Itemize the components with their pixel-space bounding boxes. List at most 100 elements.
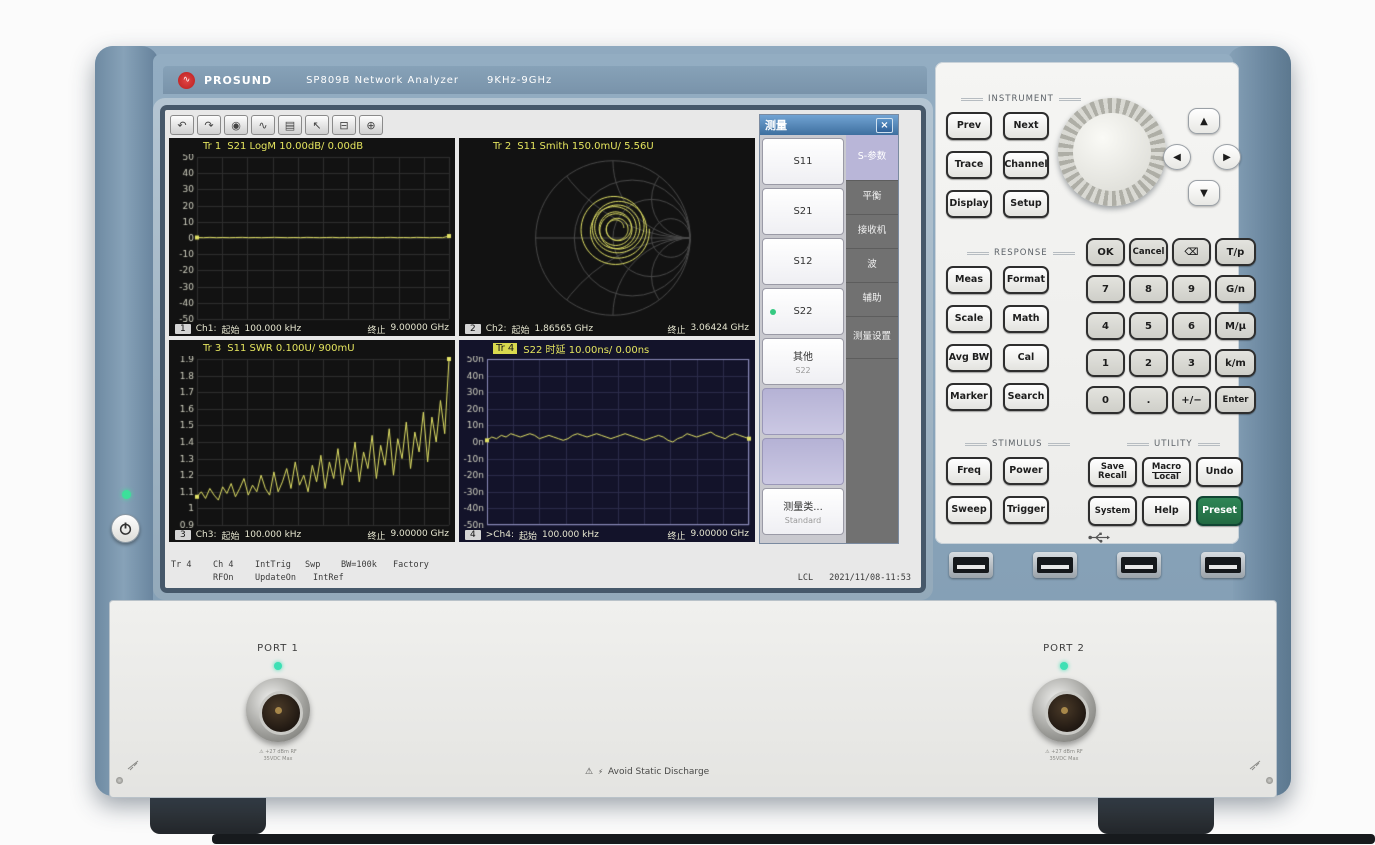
format-button[interactable]: Format <box>1003 266 1049 294</box>
rotary-knob-cap[interactable] <box>1073 113 1151 191</box>
channel-button[interactable]: Channel <box>1003 151 1049 179</box>
close-icon[interactable]: × <box>876 118 893 133</box>
trace4-label-highlighted: Tr 4 <box>493 343 517 354</box>
tab-wave[interactable]: 波 <box>846 249 898 283</box>
screenshot-export-icon[interactable]: ▤ <box>278 115 302 135</box>
softkey-meas-class[interactable]: 测量类...Standard <box>762 488 844 535</box>
trace3-footer: 3 Ch3: 起始 100.000 kHz 终止9.00000 GHz <box>169 528 455 542</box>
screen-bezel: ↶ ↷ ◉ ∿ ▤ ↖ ⊟ ⊕ Tr 1 <box>153 98 933 600</box>
macro-local-button[interactable]: MacroLocal <box>1142 457 1191 487</box>
digit-6-button[interactable]: 6 <box>1172 312 1211 340</box>
tab-meas-settings[interactable]: 测量设置 <box>846 317 898 359</box>
preset-button[interactable]: Preset <box>1196 496 1243 526</box>
peak-search-icon[interactable]: ∿ <box>251 115 275 135</box>
softkey-blank-2 <box>762 438 844 485</box>
tab-receiver[interactable]: 接收机 <box>846 215 898 249</box>
sweep-button[interactable]: Sweep <box>946 496 992 524</box>
delete-trace-icon[interactable]: ⊟ <box>332 115 356 135</box>
digit-9-button[interactable]: 9 <box>1172 275 1211 303</box>
ok-button[interactable]: OK <box>1086 238 1125 266</box>
search-button[interactable]: Search <box>1003 383 1049 411</box>
freq-button[interactable]: Freq <box>946 457 992 485</box>
softkey-s12[interactable]: S12 <box>762 238 844 285</box>
unit-kilo-milli-button[interactable]: k/m <box>1215 349 1256 377</box>
softkey-other[interactable]: 其他S22 <box>762 338 844 385</box>
softkey-s21[interactable]: S21 <box>762 188 844 235</box>
backspace-button[interactable]: ⌫ <box>1172 238 1211 266</box>
trace4-canvas[interactable] <box>459 356 755 528</box>
camera-icon[interactable]: ◉ <box>224 115 248 135</box>
meas-button[interactable]: Meas <box>946 266 992 294</box>
trace2-plot[interactable]: Tr 2 S11 Smith 150.0mU/ 5.56U 2 Ch2: 起始 … <box>459 138 755 336</box>
tab-auxiliary[interactable]: 辅助 <box>846 283 898 317</box>
enter-button[interactable]: Enter <box>1215 386 1256 414</box>
digit-0-button[interactable]: 0 <box>1086 386 1125 414</box>
cancel-button[interactable]: Cancel <box>1129 238 1168 266</box>
next-button[interactable]: Next <box>1003 112 1049 140</box>
digit-3-button[interactable]: 3 <box>1172 349 1211 377</box>
trace4-plot-active[interactable]: Tr 4 S22 时延 10.00ns/ 0.00ns 4 >Ch4: 起始 1… <box>459 340 755 542</box>
cal-button[interactable]: Cal <box>1003 344 1049 372</box>
undo-button[interactable]: Undo <box>1196 457 1243 487</box>
trigger-button[interactable]: Trigger <box>1003 496 1049 524</box>
softkey-s22[interactable]: S22 <box>762 288 844 335</box>
trace2-canvas[interactable] <box>459 154 755 322</box>
power-button[interactable] <box>111 514 140 543</box>
scale-button[interactable]: Scale <box>946 305 992 333</box>
marker-button[interactable]: Marker <box>946 383 992 411</box>
softkey-blank-1 <box>762 388 844 435</box>
math-button[interactable]: Math <box>1003 305 1049 333</box>
channel4-number[interactable]: 4 <box>465 530 481 540</box>
brand-logo-icon: ∿ <box>178 72 195 89</box>
tab-s-parameters[interactable]: S-参数 <box>846 135 898 181</box>
arrow-down-button[interactable]: ▼ <box>1188 180 1220 206</box>
tab-balance[interactable]: 平衡 <box>846 181 898 215</box>
save-recall-button[interactable]: SaveRecall <box>1088 457 1137 487</box>
unit-mega-micro-button[interactable]: M/µ <box>1215 312 1256 340</box>
digit-8-button[interactable]: 8 <box>1129 275 1168 303</box>
usb-port-1 <box>949 552 993 578</box>
trace3-plot[interactable]: Tr 3 S11 SWR 0.100U/ 900mU 3 Ch3: 起始 100… <box>169 340 455 542</box>
trace1-plot[interactable]: Tr 1 S21 LogM 10.00dB/ 0.00dB 1 Ch1: 起始 … <box>169 138 455 336</box>
help-button[interactable]: Help <box>1142 496 1191 526</box>
digit-1-button[interactable]: 1 <box>1086 349 1125 377</box>
pointer-icon[interactable]: ↖ <box>305 115 329 135</box>
digit-4-button[interactable]: 4 <box>1086 312 1125 340</box>
power-led <box>122 490 131 499</box>
avg-bw-button[interactable]: Avg BW <box>946 344 992 372</box>
ch1-stop-freq: 9.00000 GHz <box>390 323 449 336</box>
softkey-s11[interactable]: S11 <box>762 138 844 185</box>
prev-button[interactable]: Prev <box>946 112 992 140</box>
rotary-knob[interactable] <box>1058 98 1166 206</box>
trace1-canvas[interactable] <box>169 154 455 322</box>
ch1-start-freq: 100.000 kHz <box>245 324 302 334</box>
undo-icon[interactable]: ↶ <box>170 115 194 135</box>
unit-tera-pico-button[interactable]: T/p <box>1215 238 1256 266</box>
setup-button[interactable]: Setup <box>1003 190 1049 218</box>
screen-frame: ↶ ↷ ◉ ∿ ▤ ↖ ⊟ ⊕ Tr 1 <box>160 105 926 593</box>
unit-giga-nano-button[interactable]: G/n <box>1215 275 1256 303</box>
hardkey-panel: INSTRUMENT Prev Next Trace Channel Displ… <box>935 62 1239 544</box>
digit-5-button[interactable]: 5 <box>1129 312 1168 340</box>
arrow-right-icon: ▶ <box>1223 152 1231 163</box>
channel1-number[interactable]: 1 <box>175 324 191 334</box>
redo-icon[interactable]: ↷ <box>197 115 221 135</box>
arrow-right-button[interactable]: ▶ <box>1213 144 1241 170</box>
power-button-stimulus[interactable]: Power <box>1003 457 1049 485</box>
screen: ↶ ↷ ◉ ∿ ▤ ↖ ⊟ ⊕ Tr 1 <box>165 110 921 588</box>
display-button[interactable]: Display <box>946 190 992 218</box>
digit-7-button[interactable]: 7 <box>1086 275 1125 303</box>
channel2-number[interactable]: 2 <box>465 324 481 334</box>
decimal-point-button[interactable]: . <box>1129 386 1168 414</box>
trace3-canvas[interactable] <box>169 356 455 528</box>
plus-minus-button[interactable]: +/− <box>1172 386 1211 414</box>
channel3-number[interactable]: 3 <box>175 530 191 540</box>
trace2-header: Tr 2 S11 Smith 150.0mU/ 5.56U <box>459 138 755 154</box>
arrow-up-button[interactable]: ▲ <box>1188 108 1220 134</box>
digit-2-button[interactable]: 2 <box>1129 349 1168 377</box>
arrow-left-button[interactable]: ◀ <box>1163 144 1191 170</box>
trace4-footer: 4 >Ch4: 起始 100.000 kHz 终止9.00000 GHz <box>459 528 755 542</box>
zoom-icon[interactable]: ⊕ <box>359 115 383 135</box>
system-button[interactable]: System <box>1088 496 1137 526</box>
trace-button[interactable]: Trace <box>946 151 992 179</box>
